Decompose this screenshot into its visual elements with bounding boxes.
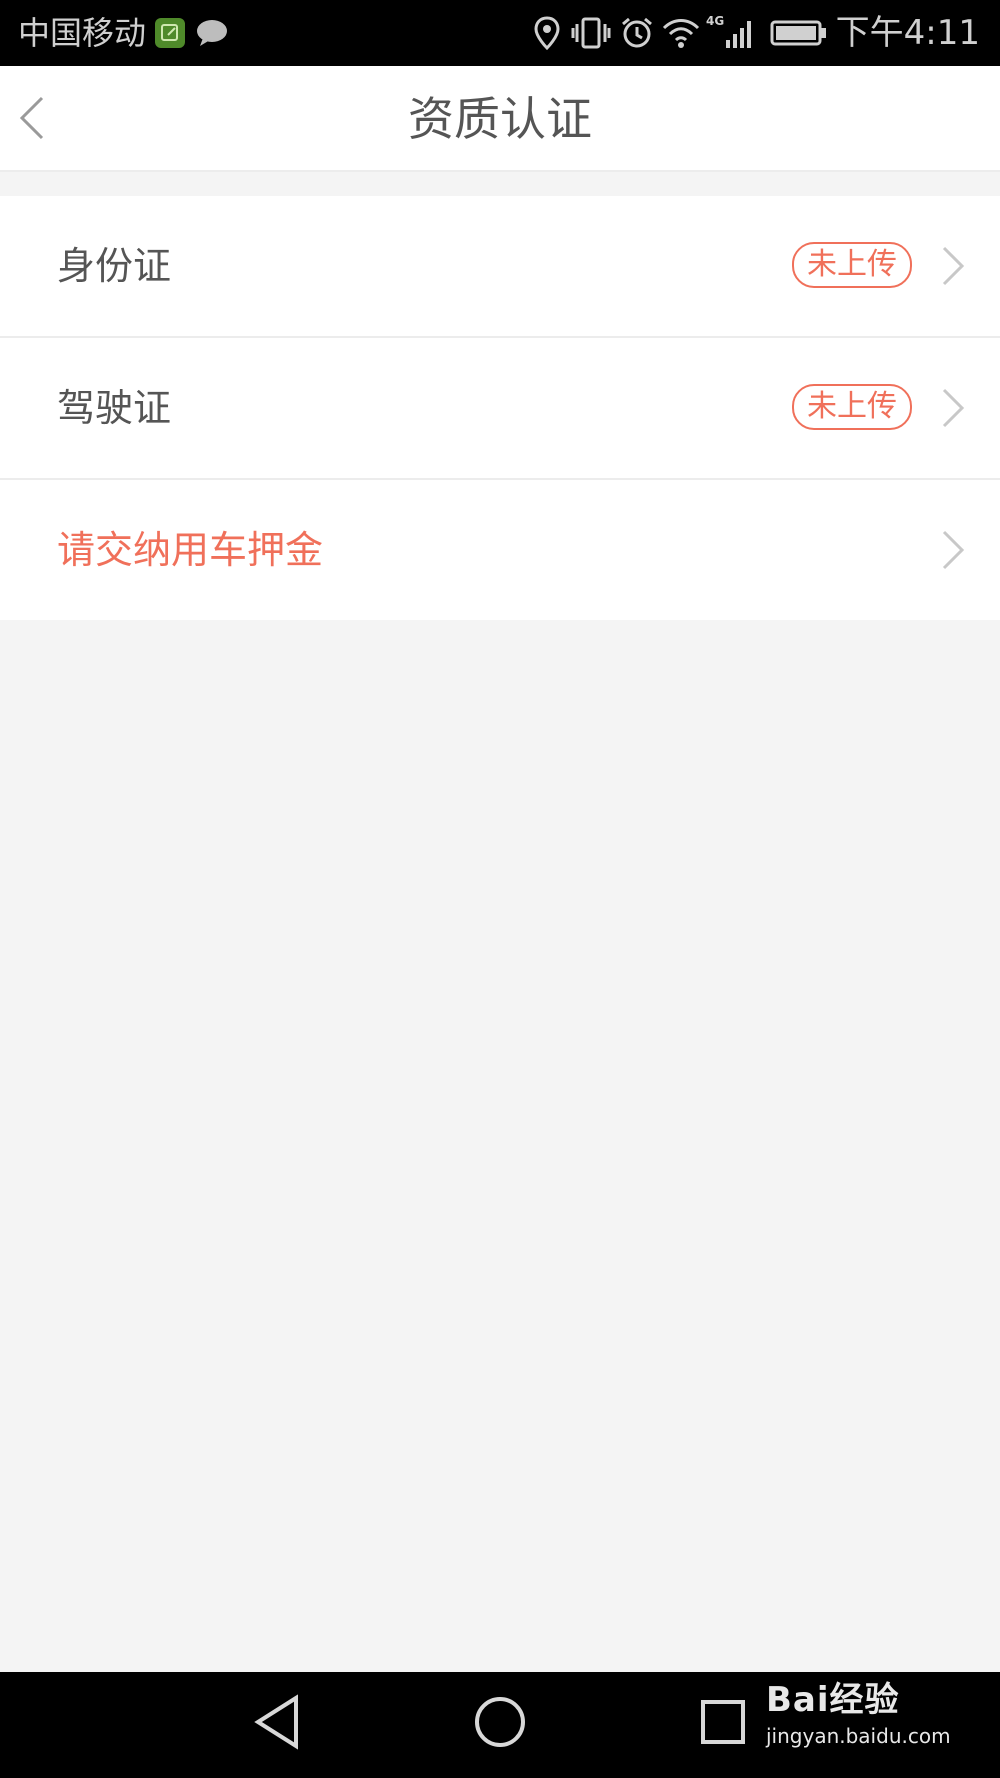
chevron-right-icon [942, 530, 965, 570]
driver-license-item[interactable]: 驾驶证 未上传 [0, 338, 1000, 480]
id-card-item[interactable]: 身份证 未上传 [0, 196, 1000, 338]
system-nav-bar: Bai经验 jingyan.baidu.com [0, 1672, 1000, 1778]
nav-back-icon[interactable] [252, 1692, 302, 1752]
signal-icon [724, 16, 756, 54]
deposit-item[interactable]: 请交纳用车押金 [0, 480, 1000, 620]
item-label: 请交纳用车押金 [57, 528, 324, 572]
clock: 下午4:11 [835, 13, 980, 53]
carrier-name: 中国移动 [18, 14, 147, 52]
status-badge: 未上传 [792, 384, 912, 430]
status-badge: 未上传 [792, 242, 912, 288]
status-bar: 中国移动 4G 下午4:11 [0, 0, 1000, 66]
watermark-url: jingyan.baidu.com [766, 1724, 951, 1748]
item-label: 身份证 [57, 244, 172, 288]
page-title: 资质认证 [408, 92, 592, 146]
notes-app-icon [155, 18, 185, 48]
chevron-right-icon [942, 388, 965, 428]
app-header: 资质认证 [0, 66, 1000, 172]
baidu-watermark: Bai经验 jingyan.baidu.com [766, 1680, 951, 1748]
battery-icon [770, 16, 828, 54]
network-type-label: 4G [706, 14, 725, 28]
location-icon [533, 16, 561, 54]
nav-home-icon[interactable] [470, 1692, 530, 1752]
nav-recents-icon[interactable] [698, 1692, 748, 1752]
vibrate-icon [571, 16, 611, 54]
chat-bubble-icon [195, 18, 229, 52]
watermark-brand: Bai经验 [766, 1680, 900, 1720]
item-label: 驾驶证 [57, 386, 172, 430]
chevron-right-icon [942, 246, 965, 286]
qualification-list: 身份证 未上传 驾驶证 未上传 请交纳用车押金 [0, 196, 1000, 620]
wifi-icon [661, 16, 701, 54]
alarm-icon [619, 16, 655, 54]
